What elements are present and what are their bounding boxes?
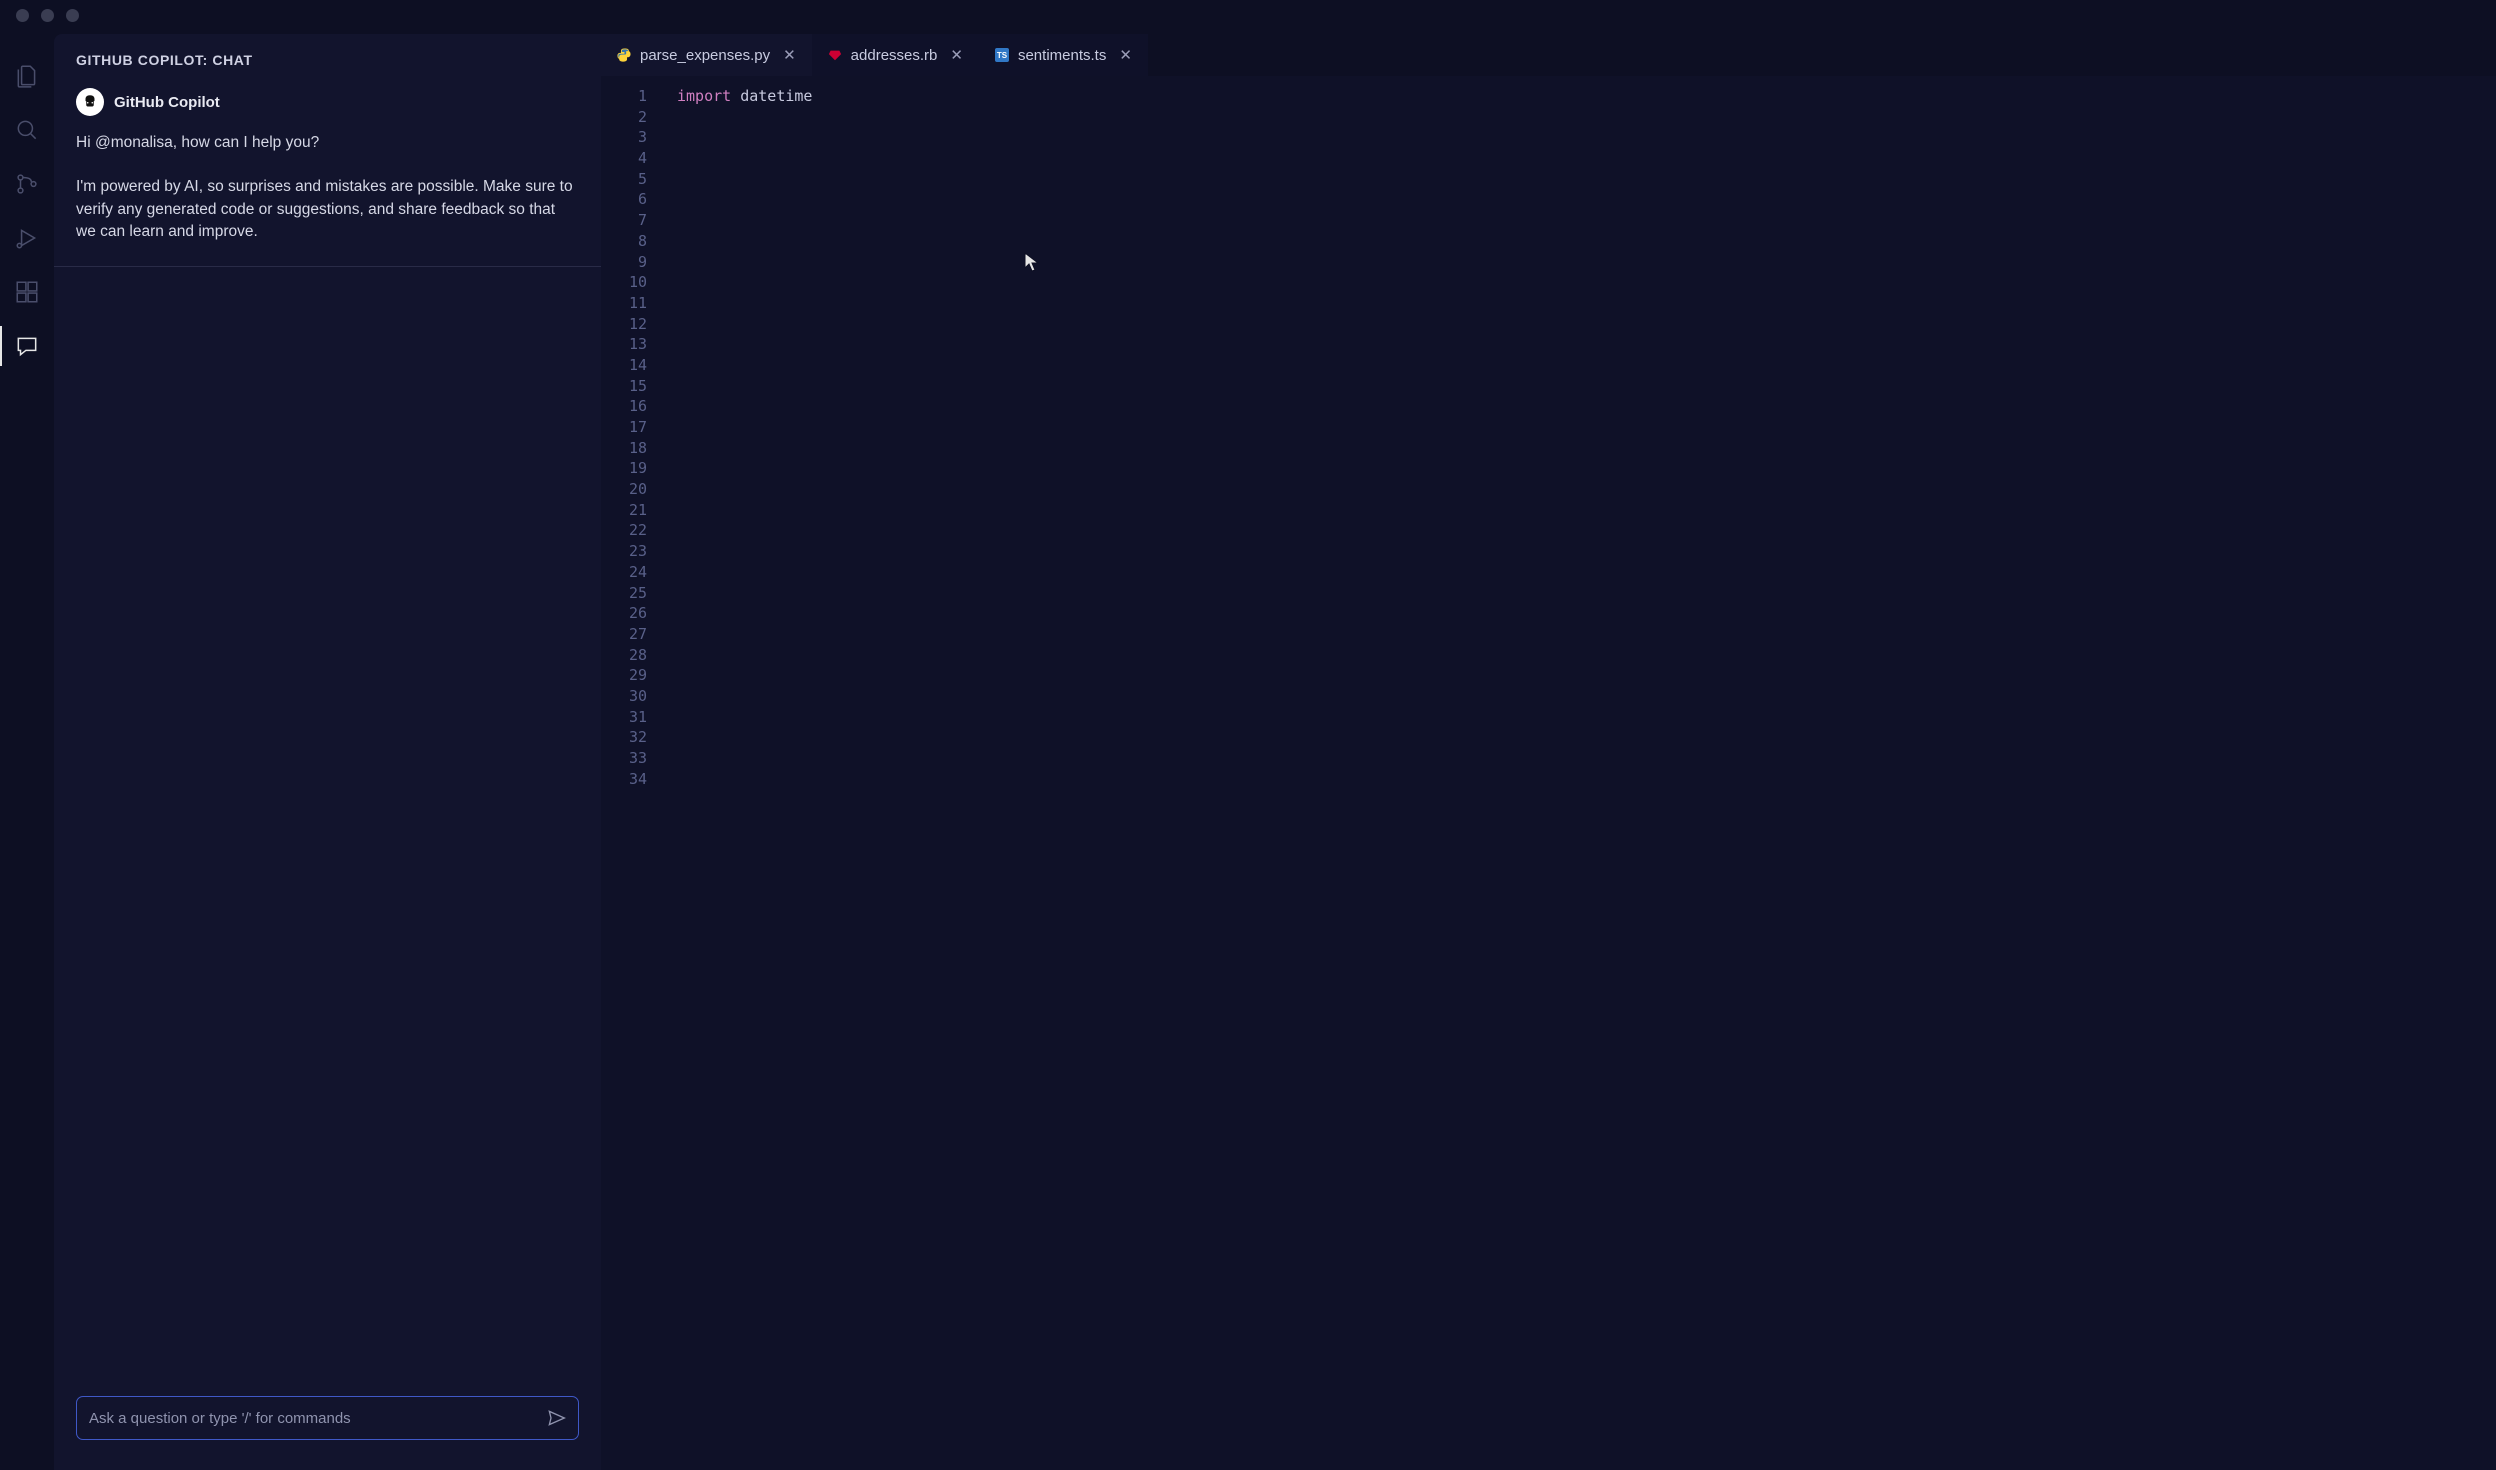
python-file-icon [617, 48, 631, 62]
activity-bar [0, 30, 54, 1470]
chat-text-input[interactable] [89, 1410, 546, 1427]
line-number: 26 [601, 603, 647, 624]
line-number: 8 [601, 231, 647, 252]
line-number: 9 [601, 252, 647, 273]
editor-tab-label: sentiments.ts [1018, 47, 1106, 64]
line-number: 32 [601, 727, 647, 748]
close-icon[interactable]: ✕ [783, 48, 796, 63]
source-control-icon[interactable] [13, 170, 41, 198]
line-number: 22 [601, 520, 647, 541]
chat-panel-title: GITHUB COPILOT: CHAT [54, 34, 601, 82]
window-close-button[interactable] [16, 9, 29, 22]
line-number: 7 [601, 210, 647, 231]
window-minimize-button[interactable] [41, 9, 54, 22]
line-number: 13 [601, 334, 647, 355]
editor-area: parse_expenses.py ✕ addresses.rb ✕ TS sentime… [601, 34, 2496, 1470]
window-zoom-button[interactable] [66, 9, 79, 22]
line-number: 33 [601, 748, 647, 769]
chat-disclaimer-line: I'm powered by AI, so surprises and mist… [76, 176, 579, 243]
editor-tab[interactable]: addresses.rb ✕ [812, 34, 979, 76]
search-icon[interactable] [13, 116, 41, 144]
line-number-gutter: 1234567891011121314151617181920212223242… [601, 86, 659, 1470]
line-number: 34 [601, 769, 647, 790]
line-number: 5 [601, 169, 647, 190]
chat-message-header: GitHub Copilot [76, 88, 579, 116]
line-number: 25 [601, 583, 647, 604]
line-number: 18 [601, 438, 647, 459]
copilot-avatar [76, 88, 104, 116]
line-number: 21 [601, 500, 647, 521]
code-editor[interactable]: 1234567891011121314151617181920212223242… [601, 76, 2496, 1470]
line-number: 3 [601, 127, 647, 148]
line-number: 24 [601, 562, 647, 583]
line-number: 31 [601, 707, 647, 728]
main-surface: GITHUB COPILOT: CHAT GitHub Copilot Hi @… [0, 30, 2496, 1470]
code-keyword: import [677, 87, 731, 105]
line-number: 20 [601, 479, 647, 500]
run-debug-icon[interactable] [13, 224, 41, 252]
close-icon[interactable]: ✕ [1119, 48, 1132, 63]
chat-sender-name: GitHub Copilot [114, 94, 220, 111]
chat-input-box[interactable] [76, 1396, 579, 1440]
editor-tab[interactable]: TS sentiments.ts ✕ [979, 34, 1148, 76]
chat-icon[interactable] [13, 332, 41, 360]
line-number: 27 [601, 624, 647, 645]
window-titlebar [0, 0, 2496, 30]
line-number: 10 [601, 272, 647, 293]
chat-greeting-suffix: , how can I help you? [173, 134, 320, 151]
chat-panel: GITHUB COPILOT: CHAT GitHub Copilot Hi @… [54, 34, 601, 1470]
ruby-file-icon [828, 48, 842, 62]
line-number: 30 [601, 686, 647, 707]
extensions-icon[interactable] [13, 278, 41, 306]
send-icon[interactable] [546, 1408, 566, 1428]
editor-tab-bar: parse_expenses.py ✕ addresses.rb ✕ TS sentime… [601, 34, 2496, 76]
typescript-file-icon: TS [995, 48, 1009, 62]
line-number: 17 [601, 417, 647, 438]
editor-tab[interactable]: parse_expenses.py ✕ [601, 34, 812, 76]
code-content[interactable]: import datetime [659, 86, 812, 1470]
line-number: 15 [601, 376, 647, 397]
line-number: 11 [601, 293, 647, 314]
line-number: 29 [601, 665, 647, 686]
chat-input-area [54, 1382, 601, 1470]
chat-greeting-line: Hi @monalisa, how can I help you? [76, 132, 579, 154]
line-number: 14 [601, 355, 647, 376]
chat-greeting-prefix: Hi [76, 134, 95, 151]
close-icon[interactable]: ✕ [950, 48, 963, 63]
line-number: 19 [601, 458, 647, 479]
line-number: 12 [601, 314, 647, 335]
code-line[interactable]: import datetime [677, 86, 812, 107]
chat-messages: GitHub Copilot Hi @monalisa, how can I h… [54, 82, 601, 1382]
line-number: 4 [601, 148, 647, 169]
line-number: 2 [601, 107, 647, 128]
code-identifier: datetime [731, 87, 812, 105]
explorer-icon[interactable] [13, 62, 41, 90]
editor-tab-label: addresses.rb [851, 47, 938, 64]
line-number: 23 [601, 541, 647, 562]
line-number: 6 [601, 189, 647, 210]
line-number: 16 [601, 396, 647, 417]
line-number: 1 [601, 86, 647, 107]
chat-mention: @monalisa [95, 134, 173, 151]
line-number: 28 [601, 645, 647, 666]
editor-tab-label: parse_expenses.py [640, 47, 770, 64]
chat-divider [54, 266, 601, 267]
